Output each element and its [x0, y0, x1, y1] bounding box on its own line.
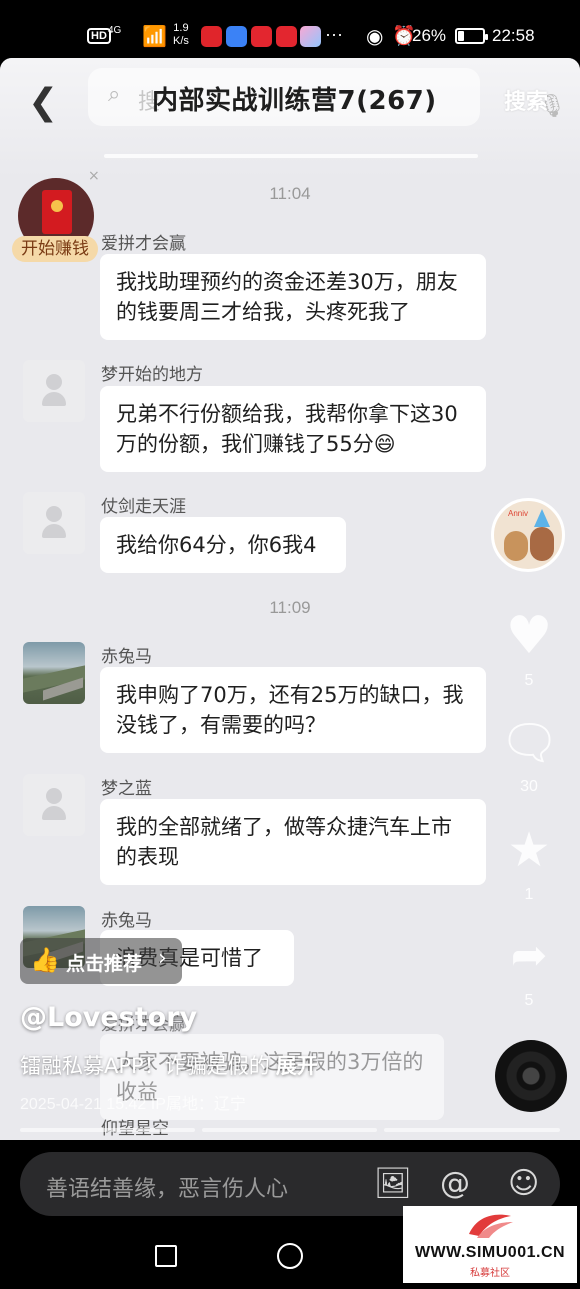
- thumbs-up-icon: 👍: [30, 946, 60, 974]
- avatar[interactable]: [23, 642, 85, 704]
- expand-link[interactable]: 展开: [276, 1054, 318, 1078]
- message-bubble: 我给你64分，你6我4: [100, 517, 346, 573]
- chat-timestamp: 11:04: [269, 184, 311, 203]
- battery-icon: [455, 28, 488, 44]
- comment-placeholder: 善语结善缘，恶言伤人心: [46, 1177, 289, 1202]
- favorite-count: 1: [524, 886, 534, 903]
- sender-name: 梦之蓝: [101, 779, 152, 799]
- watermark-site: WWW.SIMU001.CN: [414, 1244, 566, 1261]
- battery-percent: 26%: [412, 26, 447, 45]
- message-bubble: 我的全部就绪了，做等众捷汽车上市的表现: [100, 799, 486, 885]
- recommend-label: 点击推荐: [66, 953, 143, 975]
- avatar[interactable]: [23, 492, 85, 554]
- red-packet-label: 开始赚钱: [12, 236, 98, 262]
- message-bubble: 我找助理预约的资金还差30万，朋友的钱要周三才给我，头疼死我了: [100, 254, 486, 340]
- divider: [104, 154, 478, 158]
- app-notification-icon: [300, 26, 321, 47]
- avatar[interactable]: [23, 360, 85, 422]
- watermark-logo: [469, 1214, 513, 1238]
- music-disc-icon[interactable]: [495, 1040, 567, 1112]
- like-count: 5: [524, 672, 534, 689]
- recent-apps-button[interactable]: [155, 1245, 177, 1267]
- close-icon[interactable]: ×: [88, 168, 100, 184]
- chevron-left-icon[interactable]: ❮: [28, 82, 58, 123]
- wifi-icon: 📶: [142, 26, 167, 48]
- author-name[interactable]: @Lovestory: [20, 1002, 197, 1033]
- network-speed: 1.9 K/s: [173, 22, 189, 47]
- star-icon[interactable]: ★: [499, 822, 559, 878]
- battery-level: [458, 31, 464, 41]
- app-notification-icon: [276, 26, 297, 47]
- recommend-button[interactable]: 👍 点击推荐 ›: [20, 938, 182, 984]
- caption-text: 镭融私募APP！诈骗是假的: [20, 1054, 270, 1078]
- default-avatar-icon: [42, 374, 66, 408]
- sender-name: 仗剑走天涯: [101, 497, 186, 517]
- default-avatar-icon: [42, 788, 66, 822]
- sender-name: 仰望星空: [101, 1114, 169, 1139]
- emoji-icon[interactable]: ☺: [508, 1166, 539, 1201]
- sender-name: 梦开始的地方: [101, 365, 203, 385]
- post-image[interactable]: ❮ ⌕ 搜 🎙 内部实战训练营7(267) 搜索 开始赚钱 × 11:04 爱拼…: [0, 58, 580, 1140]
- message-bubble: 兄弟不行份额给我，我帮你拿下这30万的份额，我们赚钱了55分😄: [100, 386, 486, 472]
- search-button[interactable]: 搜索: [504, 84, 548, 116]
- more-notifications-icon: ···: [325, 24, 343, 44]
- post-caption[interactable]: 镭融私募APP！诈骗是假的 展开: [20, 1050, 318, 1080]
- sender-name: 赤兔马: [101, 911, 152, 931]
- battery-tip: [485, 34, 488, 40]
- heart-icon[interactable]: ♥: [499, 606, 559, 666]
- comment-icon[interactable]: 🗨: [499, 714, 560, 771]
- message-bubble: 我申购了70万，还有25万的缺口，我没钱了，有需要的吗？: [100, 667, 486, 753]
- image-progress-segment: [20, 1128, 195, 1132]
- default-avatar-icon: [42, 506, 66, 540]
- watermark-sub: 私募社区: [470, 1268, 510, 1279]
- chat-title: 内部实战训练营7(267): [152, 86, 437, 116]
- clock: 22:58: [492, 26, 535, 45]
- app-notification-icon: [251, 26, 272, 47]
- network-indicator: 4G: [108, 25, 122, 36]
- sender-name: 赤兔马: [101, 647, 152, 667]
- avatar-text: Anniv: [508, 509, 529, 518]
- cloud-notification-icon: [226, 26, 247, 47]
- avatar[interactable]: [23, 774, 85, 836]
- watermark: WWW.SIMU001.CN 私募社区: [403, 1206, 577, 1283]
- image-icon[interactable]: 🖼: [374, 1166, 412, 1201]
- share-count: 5: [524, 992, 534, 1009]
- share-icon[interactable]: ➦: [499, 930, 559, 981]
- app-notification-icon: [201, 26, 222, 47]
- avatar-figure: [530, 527, 554, 561]
- sender-name: 爱拼才会赢: [101, 234, 186, 254]
- author-avatar[interactable]: Anniv: [491, 498, 565, 572]
- party-hat: [534, 509, 550, 527]
- image-progress-segment: [384, 1128, 560, 1132]
- chat-timestamp: 11:09: [269, 598, 311, 617]
- eye-comfort-icon: ◉: [366, 26, 384, 48]
- post-meta: 2025-04-21 15:42 IP属地：辽宁: [20, 1096, 246, 1113]
- mention-icon[interactable]: @: [440, 1166, 470, 1201]
- comment-count: 30: [520, 778, 538, 795]
- image-progress-segment: [202, 1128, 377, 1132]
- chevron-right-icon: ›: [158, 946, 167, 971]
- search-icon: ⌕: [108, 82, 121, 107]
- avatar-figure: [504, 531, 528, 561]
- home-button[interactable]: [277, 1243, 303, 1269]
